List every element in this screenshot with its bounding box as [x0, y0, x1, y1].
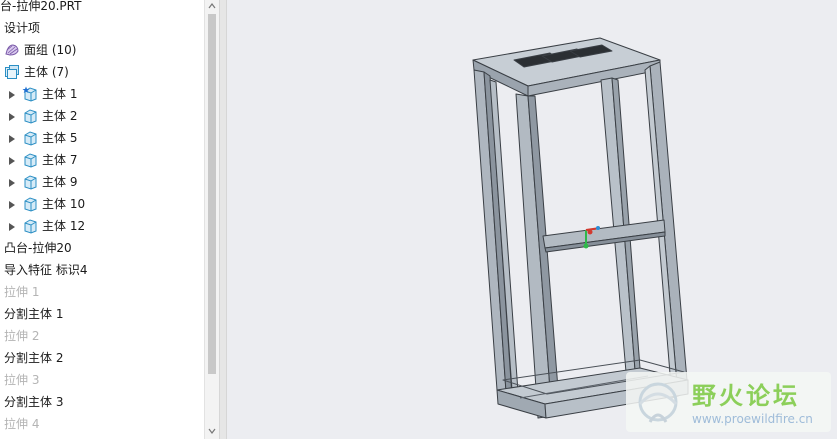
- tree-item-label: 主体 7: [42, 153, 78, 167]
- tree-item-body-2[interactable]: 主体 2: [0, 105, 204, 127]
- body-icon: [22, 174, 38, 190]
- body-icon: [22, 196, 38, 212]
- tree-item-extrude-4[interactable]: 拉伸 4: [0, 413, 204, 435]
- tree-item-body-9[interactable]: 主体 9: [0, 171, 204, 193]
- tree-item-label: 分割主体 3: [4, 395, 64, 409]
- tree-item-label: 凸台-拉伸20: [4, 241, 72, 255]
- tree-item-boss-extrude-20[interactable]: 凸台-拉伸20: [0, 237, 204, 259]
- tree-item-split-body-2[interactable]: 分割主体 2: [0, 347, 204, 369]
- panel-splitter[interactable]: [219, 0, 227, 439]
- expand-arrow-icon[interactable]: [8, 133, 16, 143]
- tree-item-import-feature[interactable]: 导入特征 标识4: [0, 259, 204, 281]
- tree-item-body-1[interactable]: 主体 1: [0, 83, 204, 105]
- body-icon: [22, 218, 38, 234]
- expand-arrow-icon[interactable]: [8, 199, 16, 209]
- tree-item-label: 台-拉伸20.PRT: [0, 0, 82, 13]
- tree-item-label: 分割主体 1: [4, 307, 64, 321]
- forum-watermark: 野火论坛 www.proewildfire.cn: [626, 372, 831, 432]
- tree-item-split-body-1[interactable]: 分割主体 1: [0, 303, 204, 325]
- tree-item-root-part[interactable]: 台-拉伸20.PRT: [0, 0, 204, 17]
- tree-item-label: 主体 9: [42, 175, 78, 189]
- body-group-icon: [4, 64, 20, 80]
- tree-item-label: 设计项: [4, 21, 41, 35]
- body-icon: [22, 130, 38, 146]
- quilt-icon: [4, 42, 20, 58]
- tree-item-label: 主体 12: [42, 219, 86, 233]
- tree-item-label: 导入特征 标识4: [4, 263, 88, 277]
- tree-item-body-7[interactable]: 主体 7: [0, 149, 204, 171]
- expand-arrow-icon[interactable]: [8, 155, 16, 165]
- tree-item-quilts[interactable]: 面组 (10): [0, 39, 204, 61]
- expand-arrow-icon[interactable]: [8, 177, 16, 187]
- tree-item-extrude-3[interactable]: 拉伸 3: [0, 369, 204, 391]
- tree-item-label: 主体 10: [42, 197, 86, 211]
- model-tree-panel: 台-拉伸20.PRT 设计项 面组 (10) 主体 (7) 主体 1 主体 2 …: [0, 0, 219, 439]
- expand-arrow-icon[interactable]: [8, 221, 16, 231]
- tree-item-label: 面组 (10): [24, 43, 77, 57]
- body-icon: [22, 152, 38, 168]
- expand-arrow-icon[interactable]: [8, 89, 16, 99]
- tree-item-label: 拉伸 4: [4, 417, 40, 431]
- tree-vertical-scrollbar[interactable]: [204, 0, 219, 439]
- active-body-icon: [22, 86, 38, 102]
- tree-item-extrude-1[interactable]: 拉伸 1: [0, 281, 204, 303]
- tree-item-label: 拉伸 1: [4, 285, 40, 299]
- tree-item-label: 拉伸 2: [4, 329, 40, 343]
- scroll-up-arrow-icon[interactable]: [205, 0, 219, 12]
- tree-item-label: 主体 2: [42, 109, 78, 123]
- tree-item-label: 主体 (7): [24, 65, 69, 79]
- expand-arrow-icon[interactable]: [8, 111, 16, 121]
- tree-item-label: 主体 5: [42, 131, 78, 145]
- scroll-down-arrow-icon[interactable]: [205, 425, 219, 437]
- scrollbar-thumb[interactable]: [208, 14, 216, 374]
- tree-item-label: 分割主体 2: [4, 351, 64, 365]
- watermark-title: 野火论坛: [692, 382, 800, 410]
- tree-item-body-10[interactable]: 主体 10: [0, 193, 204, 215]
- tree-item-body-12[interactable]: 主体 12: [0, 215, 204, 237]
- tree-item-label: 主体 1: [42, 87, 78, 101]
- tree-item-split-body-3[interactable]: 分割主体 3: [0, 391, 204, 413]
- tree-item-design-items[interactable]: 设计项: [0, 17, 204, 39]
- body-icon: [22, 108, 38, 124]
- watermark-logo-icon: [638, 382, 678, 423]
- tree-item-extrude-2[interactable]: 拉伸 2: [0, 325, 204, 347]
- watermark-url: www.proewildfire.cn: [692, 412, 813, 426]
- tree-item-bodies[interactable]: 主体 (7): [0, 61, 204, 83]
- tree-item-body-5[interactable]: 主体 5: [0, 127, 204, 149]
- tree-item-label: 拉伸 3: [4, 373, 40, 387]
